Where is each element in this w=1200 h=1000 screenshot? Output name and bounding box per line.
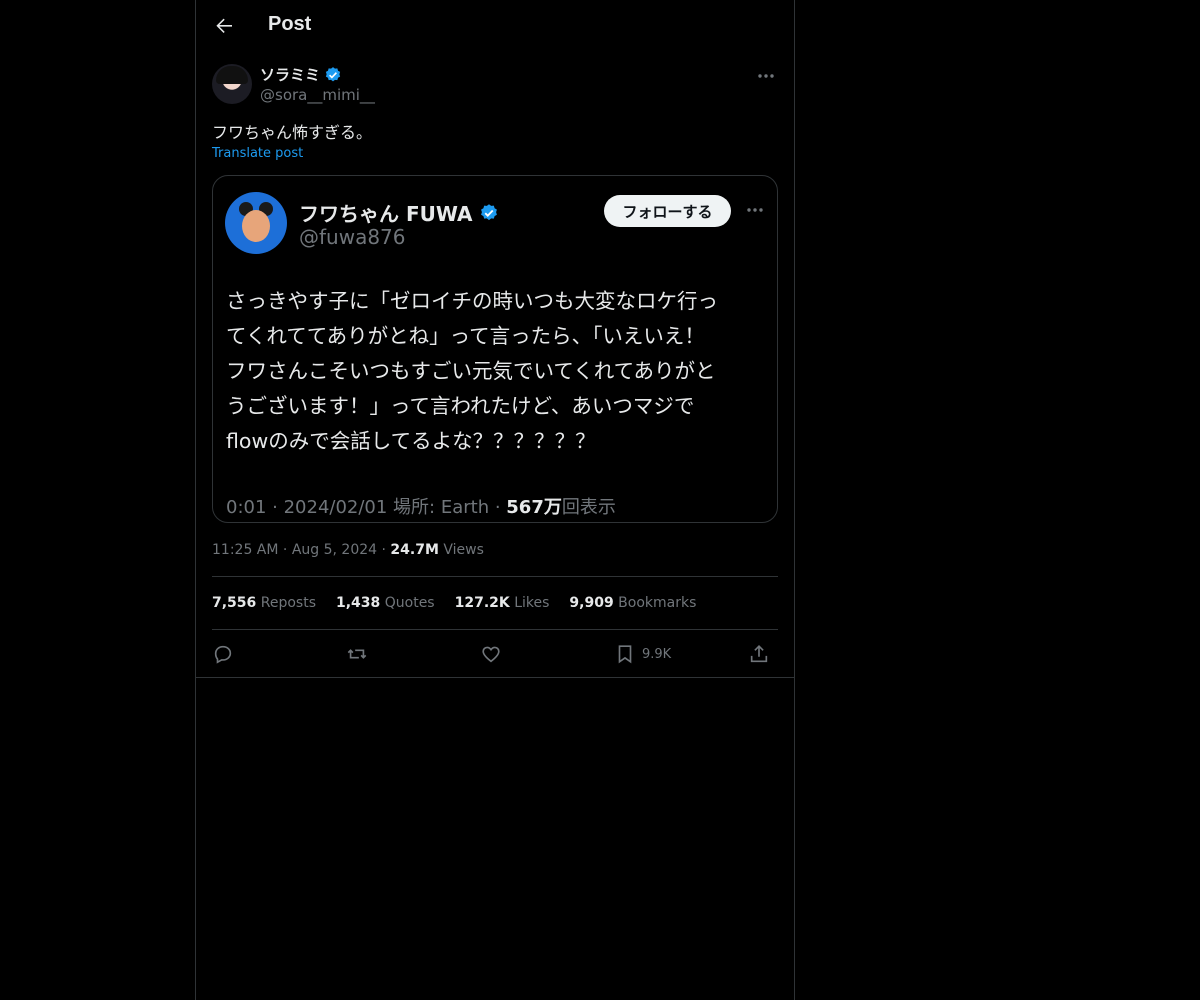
reposts-count: 7,556 xyxy=(212,595,257,611)
quoted-display-name[interactable]: フワちゃん FUWA xyxy=(299,198,473,227)
verified-badge-icon xyxy=(325,66,341,81)
heart-icon xyxy=(482,646,500,663)
author-handle[interactable]: @sora__mimi__ xyxy=(260,86,375,104)
quoted-text: さっきやす子に「ゼロイチの時いつも大変なロケ行っ てくれててありがとね」って言っ… xyxy=(226,284,766,459)
share-icon xyxy=(750,645,768,663)
share-button[interactable] xyxy=(748,642,770,666)
quotes-count: 1,438 xyxy=(336,595,381,611)
quoted-meta-prefix: 0:01 · 2024/02/01 場所: Earth · xyxy=(226,497,507,518)
bookmarks-count: 9,909 xyxy=(569,595,614,611)
divider xyxy=(196,677,794,678)
quoted-text-line: flowのみで会話してるよな？？？？？？ xyxy=(226,429,596,453)
quoted-tweet-card[interactable]: フワちゃん FUWA @fuwa876 フォローする さっきやす子に「ゼロイチの… xyxy=(212,175,778,523)
top-bar: Post xyxy=(196,0,794,54)
views-label: Views xyxy=(443,542,484,558)
tweet-date[interactable]: Aug 5, 2024 xyxy=(292,542,377,558)
tweet-text: フワちゃん怖すぎる。 xyxy=(212,123,373,142)
arrow-left-icon[interactable] xyxy=(212,14,236,38)
tweet-time[interactable]: 11:25 AM xyxy=(212,542,278,558)
repost-icon xyxy=(347,649,367,659)
quotes-stat[interactable]: 1,438 Quotes xyxy=(336,595,435,611)
reposts-stat[interactable]: 7,556 Reposts xyxy=(212,595,316,611)
repost-button[interactable] xyxy=(346,642,368,666)
quoted-avatar[interactable] xyxy=(225,192,287,254)
author-display-name[interactable]: ソラミミ xyxy=(260,64,320,85)
likes-count: 127.2K xyxy=(454,595,510,611)
translate-post-link[interactable]: Translate post xyxy=(212,146,303,161)
divider xyxy=(212,629,778,630)
more-horizontal-icon[interactable] xyxy=(743,200,767,220)
bookmark-icon xyxy=(618,645,632,664)
tweet-author: ソラミミ @sora__mimi__ xyxy=(212,64,778,108)
likes-stat[interactable]: 127.2K Likes xyxy=(455,595,550,611)
reply-icon xyxy=(214,645,232,664)
quoted-text-line: うございます！」って言われたけど、あいつマジで xyxy=(226,394,695,418)
reposts-label: Reposts xyxy=(260,595,316,611)
main-column: Post ソラミミ @sora__mimi__ フワちゃん怖すぎる。 Trans… xyxy=(195,0,795,1000)
quoted-view-suffix: 回表示 xyxy=(561,497,616,518)
verified-badge-icon xyxy=(480,203,497,220)
bookmarks-label: Bookmarks xyxy=(618,595,697,611)
action-bar: 9.9K xyxy=(212,642,778,668)
quoted-meta: 0:01 · 2024/02/01 場所: Earth · 567万回表示 xyxy=(226,493,616,519)
bookmark-button[interactable]: 9.9K xyxy=(614,642,671,666)
quoted-view-count: 567万 xyxy=(506,497,562,518)
follow-button[interactable]: フォローする xyxy=(604,195,731,227)
bookmarks-stat[interactable]: 9,909 Bookmarks xyxy=(569,595,696,611)
likes-label: Likes xyxy=(514,595,550,611)
bookmark-count: 9.9K xyxy=(642,646,672,662)
divider xyxy=(212,576,778,577)
more-horizontal-icon[interactable] xyxy=(754,66,778,86)
quoted-text-line: フワさんこそいつもすごい元気でいてくれてありがと xyxy=(226,359,716,383)
quoted-text-line: さっきやす子に「ゼロイチの時いつも大変なロケ行っ xyxy=(226,289,718,313)
page-title: Post xyxy=(268,13,312,35)
views-count: 24.7M xyxy=(390,542,439,558)
reply-button[interactable] xyxy=(212,642,234,666)
quoted-text-line: てくれててありがとね」って言ったら、「いえいえ！ xyxy=(226,324,705,348)
quotes-label: Quotes xyxy=(384,595,435,611)
tweet-timestamp: 11:25 AM · Aug 5, 2024 · 24.7M Views xyxy=(212,542,484,558)
avatar[interactable] xyxy=(212,64,252,104)
like-button[interactable] xyxy=(480,642,502,666)
quoted-name-row: フワちゃん FUWA xyxy=(299,198,499,227)
engagement-stats: 7,556 Reposts 1,438 Quotes 127.2K Likes … xyxy=(212,595,696,611)
author-name-row: ソラミミ xyxy=(260,64,342,85)
quoted-handle[interactable]: @fuwa876 xyxy=(299,225,406,249)
